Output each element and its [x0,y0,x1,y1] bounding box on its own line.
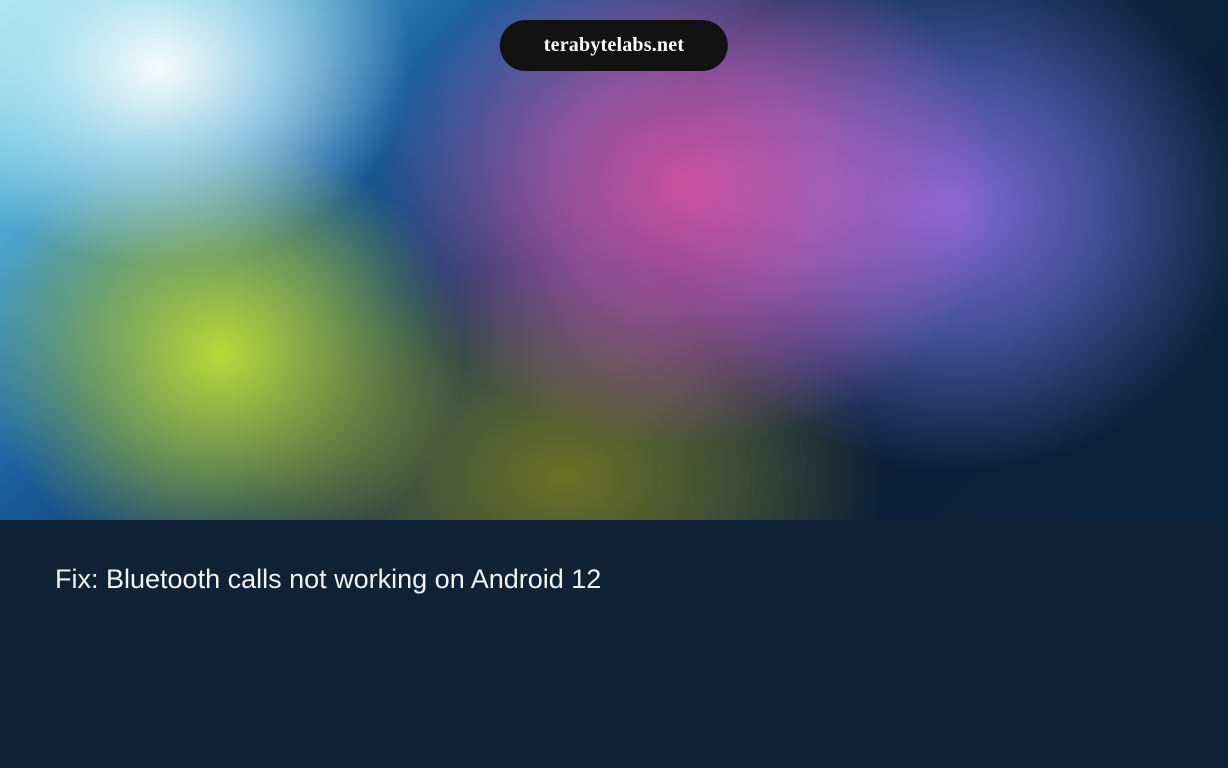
site-badge: terabytelabs.net [500,20,728,71]
caption-band [0,520,1228,768]
article-title: Fix: Bluetooth calls not working on Andr… [55,562,1173,597]
article-card: terabytelabs.net Fix: Bluetooth calls no… [0,0,1228,768]
article-title-text: Fix: Bluetooth calls not working on Andr… [55,564,601,594]
hero-image: terabytelabs.net [0,0,1228,520]
gradient-background [0,0,1228,520]
site-badge-label: terabytelabs.net [544,34,684,56]
